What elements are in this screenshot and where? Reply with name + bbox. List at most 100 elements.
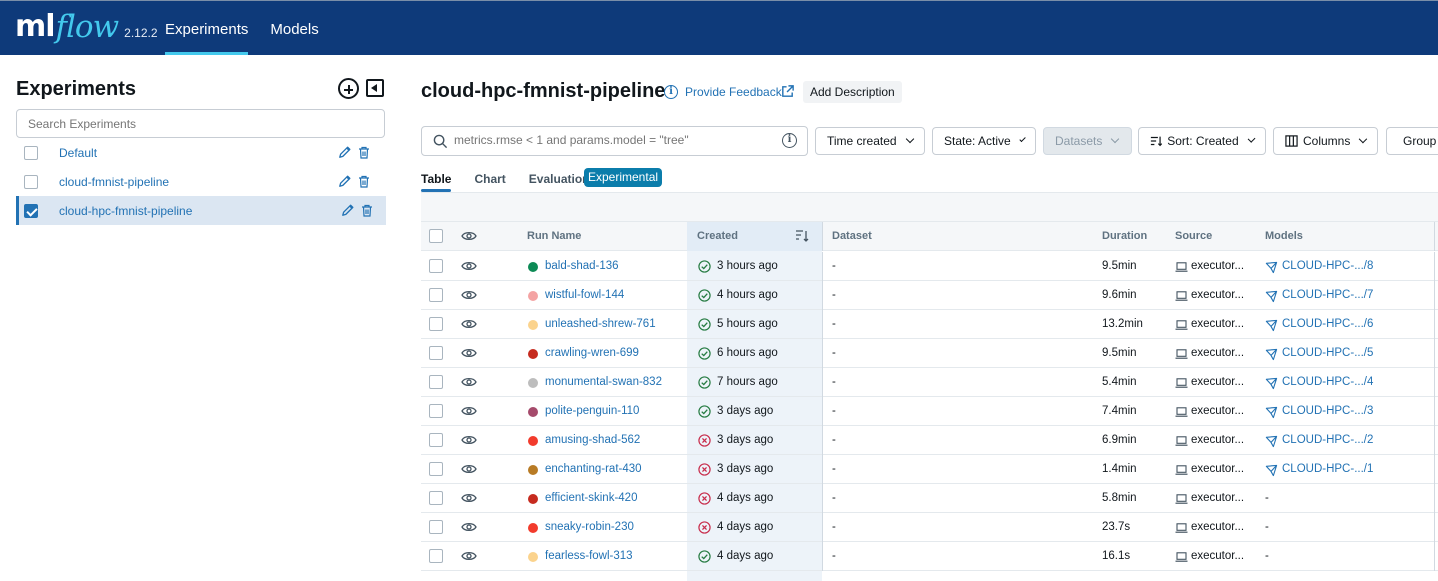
add-description-button[interactable]: Add Description bbox=[803, 81, 902, 103]
state-dropdown[interactable]: State: Active bbox=[932, 127, 1036, 155]
model-link[interactable]: CLOUD-HPC-.../2 bbox=[1282, 434, 1373, 446]
source-value[interactable]: executor... bbox=[1191, 521, 1244, 533]
model-link[interactable]: CLOUD-HPC-.../6 bbox=[1282, 318, 1373, 330]
tab-table[interactable]: Table bbox=[421, 168, 452, 192]
eye-icon[interactable] bbox=[461, 318, 477, 330]
source-value[interactable]: executor... bbox=[1191, 405, 1244, 417]
edit-icon[interactable] bbox=[341, 203, 355, 217]
source-value[interactable]: executor... bbox=[1191, 463, 1244, 475]
run-color-dot[interactable] bbox=[528, 523, 538, 533]
run-color-dot[interactable] bbox=[528, 436, 538, 446]
tab-evaluation[interactable]: Evaluation bbox=[529, 168, 590, 192]
model-link[interactable]: CLOUD-HPC-.../7 bbox=[1282, 289, 1373, 301]
eye-icon[interactable] bbox=[461, 289, 477, 301]
source-value[interactable]: executor... bbox=[1191, 318, 1244, 330]
row-checkbox[interactable] bbox=[429, 259, 443, 273]
header-duration[interactable]: Duration bbox=[1102, 230, 1147, 242]
eye-icon[interactable] bbox=[461, 521, 477, 533]
nav-models[interactable]: Models bbox=[270, 1, 318, 55]
table-row[interactable]: bald-shad-136 3 hours ago - 9.5min executor.… bbox=[421, 252, 1438, 281]
add-experiment-icon[interactable] bbox=[338, 78, 359, 99]
source-value[interactable]: executor... bbox=[1191, 376, 1244, 388]
run-name-link[interactable]: sneaky-robin-230 bbox=[545, 521, 634, 533]
select-all-checkbox[interactable] bbox=[429, 229, 443, 243]
experiment-checkbox[interactable] bbox=[24, 145, 38, 160]
table-row[interactable]: efficient-skink-420 4 days ago - 5.8min exec… bbox=[421, 484, 1438, 513]
row-checkbox[interactable] bbox=[429, 375, 443, 389]
eye-icon[interactable] bbox=[461, 492, 477, 504]
experiment-item-default[interactable]: Default bbox=[16, 138, 386, 167]
row-checkbox[interactable] bbox=[429, 346, 443, 360]
run-name-link[interactable]: efficient-skink-420 bbox=[545, 492, 637, 504]
column-divider[interactable] bbox=[1434, 222, 1435, 251]
table-row[interactable]: fearless-fowl-313 4 days ago - 16.1s executo… bbox=[421, 542, 1438, 571]
run-name-link[interactable]: bald-shad-136 bbox=[545, 260, 619, 272]
run-color-dot[interactable] bbox=[528, 407, 538, 417]
run-color-dot[interactable] bbox=[528, 349, 538, 359]
model-link[interactable]: CLOUD-HPC-.../3 bbox=[1282, 405, 1373, 417]
source-value[interactable]: executor... bbox=[1191, 492, 1244, 504]
trash-icon[interactable] bbox=[358, 175, 370, 188]
filter-help-icon[interactable]: i bbox=[782, 133, 797, 148]
collapse-sidebar-icon[interactable] bbox=[366, 79, 384, 97]
experiment-item-cloud-hpc-fmnist-pipeline[interactable]: cloud-hpc-fmnist-pipeline bbox=[16, 196, 386, 225]
row-checkbox[interactable] bbox=[429, 317, 443, 331]
source-value[interactable]: executor... bbox=[1191, 260, 1244, 272]
table-row[interactable]: enchanting-rat-430 3 days ago - 1.4min execu… bbox=[421, 455, 1438, 484]
run-color-dot[interactable] bbox=[528, 552, 538, 562]
table-row[interactable]: sneaky-robin-230 4 days ago - 23.7s executor… bbox=[421, 513, 1438, 542]
sort-desc-icon[interactable] bbox=[795, 229, 809, 243]
experiment-name[interactable]: Default bbox=[59, 146, 97, 160]
run-color-dot[interactable] bbox=[528, 262, 538, 272]
trash-icon[interactable] bbox=[358, 146, 370, 159]
mlflow-logo[interactable]: ml flow 2.12.2 bbox=[15, 7, 158, 47]
table-row[interactable]: amusing-shad-562 3 days ago - 6.9min executo… bbox=[421, 426, 1438, 455]
table-row[interactable]: wistful-fowl-144 4 hours ago - 9.6min execut… bbox=[421, 281, 1438, 310]
row-checkbox[interactable] bbox=[429, 462, 443, 476]
column-divider[interactable] bbox=[822, 222, 823, 251]
run-name-link[interactable]: unleashed-shrew-761 bbox=[545, 318, 656, 330]
edit-icon[interactable] bbox=[338, 174, 352, 188]
experiment-checkbox[interactable] bbox=[24, 203, 38, 218]
eye-icon[interactable] bbox=[461, 463, 477, 475]
source-value[interactable]: executor... bbox=[1191, 434, 1244, 446]
eye-icon[interactable] bbox=[461, 376, 477, 388]
run-color-dot[interactable] bbox=[528, 378, 538, 388]
external-link-icon[interactable] bbox=[780, 84, 795, 99]
nav-experiments[interactable]: Experiments bbox=[165, 1, 249, 55]
table-row[interactable]: monumental-swan-832 7 hours ago - 5.4min exe… bbox=[421, 368, 1438, 397]
info-icon[interactable]: i bbox=[664, 85, 678, 99]
eye-icon[interactable] bbox=[461, 260, 477, 272]
row-checkbox[interactable] bbox=[429, 549, 443, 563]
source-value[interactable]: executor... bbox=[1191, 289, 1244, 301]
row-checkbox[interactable] bbox=[429, 520, 443, 534]
run-name-link[interactable]: fearless-fowl-313 bbox=[545, 550, 633, 562]
search-experiments-input[interactable] bbox=[16, 109, 385, 138]
row-checkbox[interactable] bbox=[429, 288, 443, 302]
run-color-dot[interactable] bbox=[528, 291, 538, 301]
header-source[interactable]: Source bbox=[1175, 230, 1212, 242]
table-row[interactable]: crawling-wren-699 6 hours ago - 9.5min execu… bbox=[421, 339, 1438, 368]
run-color-dot[interactable] bbox=[528, 465, 538, 475]
run-name-link[interactable]: enchanting-rat-430 bbox=[545, 463, 642, 475]
run-name-link[interactable]: amusing-shad-562 bbox=[545, 434, 640, 446]
table-row[interactable]: polite-penguin-110 3 days ago - 7.4min execu… bbox=[421, 397, 1438, 426]
row-checkbox[interactable] bbox=[429, 491, 443, 505]
tab-chart[interactable]: Chart bbox=[474, 168, 505, 192]
eye-icon[interactable] bbox=[461, 434, 477, 446]
run-color-dot[interactable] bbox=[528, 320, 538, 330]
model-link[interactable]: CLOUD-HPC-.../8 bbox=[1282, 260, 1373, 272]
time-created-dropdown[interactable]: Time created bbox=[815, 127, 925, 155]
header-dataset[interactable]: Dataset bbox=[832, 230, 872, 242]
row-checkbox[interactable] bbox=[429, 404, 443, 418]
run-name-link[interactable]: wistful-fowl-144 bbox=[545, 289, 624, 301]
source-value[interactable]: executor... bbox=[1191, 550, 1244, 562]
source-value[interactable]: executor... bbox=[1191, 347, 1244, 359]
eye-icon[interactable] bbox=[461, 550, 477, 562]
run-name-link[interactable]: polite-penguin-110 bbox=[545, 405, 639, 417]
trash-icon[interactable] bbox=[361, 204, 373, 217]
experiment-item-cloud-fmnist-pipeline[interactable]: cloud-fmnist-pipeline bbox=[16, 167, 386, 196]
model-link[interactable]: CLOUD-HPC-.../4 bbox=[1282, 376, 1373, 388]
eye-icon[interactable] bbox=[461, 405, 477, 417]
row-checkbox[interactable] bbox=[429, 433, 443, 447]
